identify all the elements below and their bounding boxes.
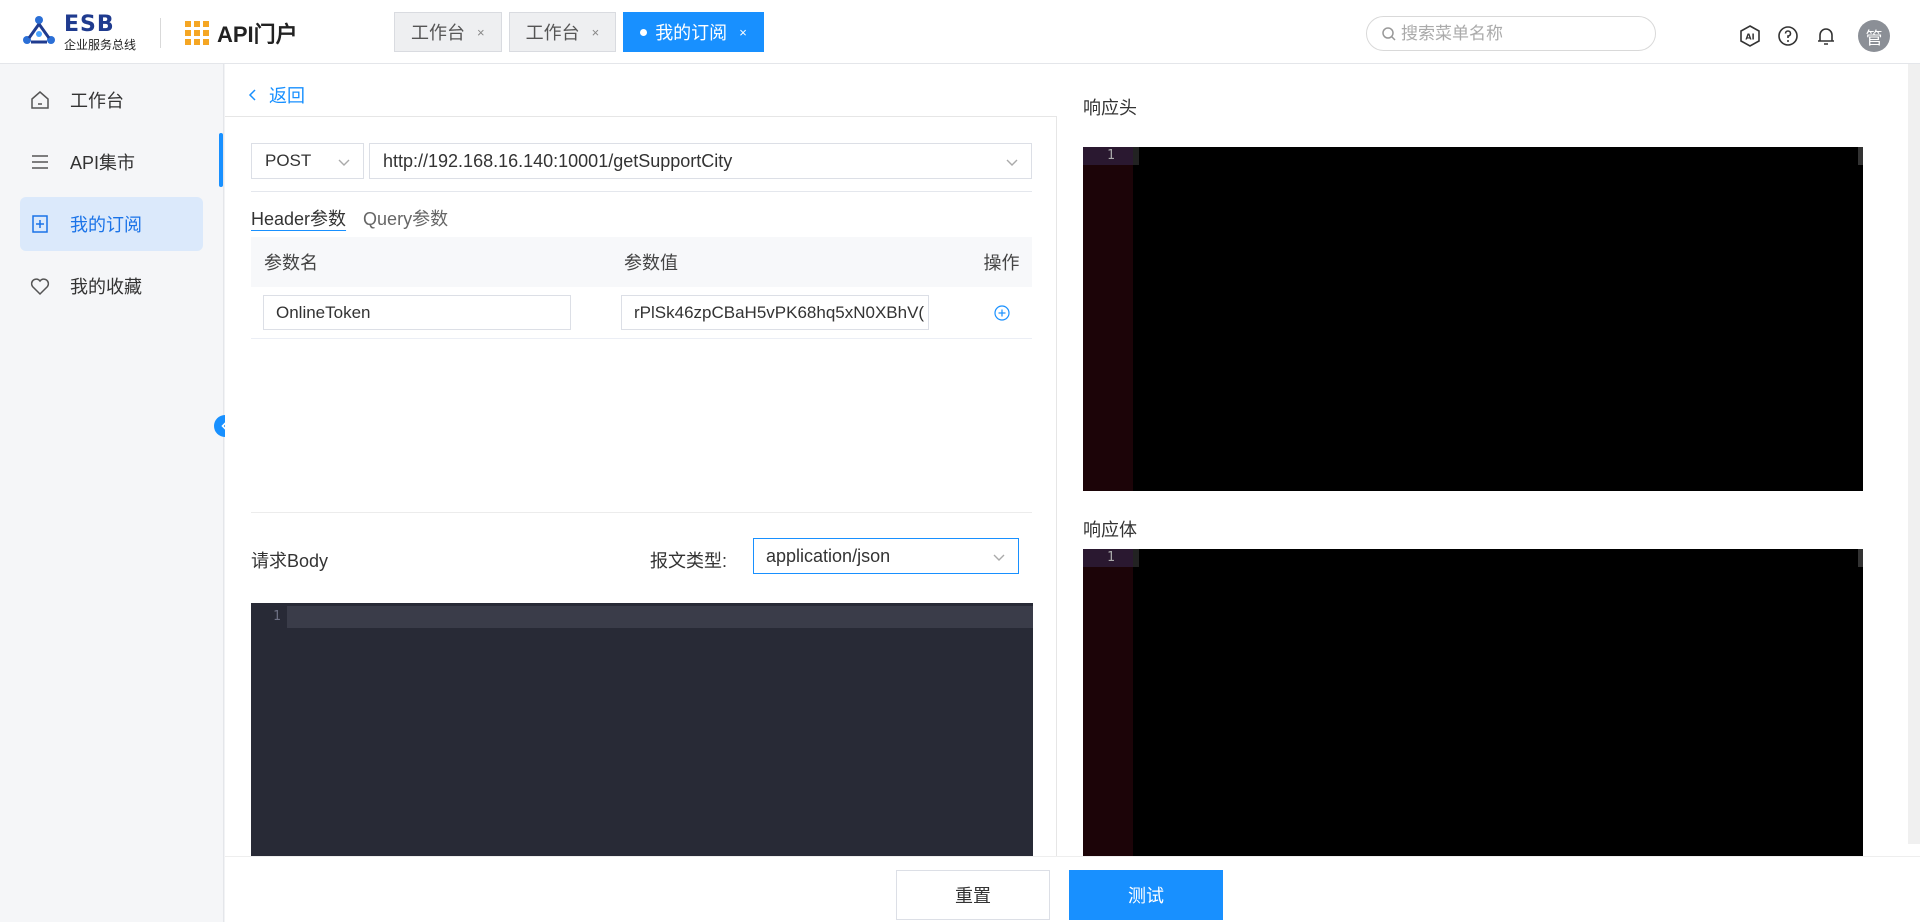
- search-icon: [1382, 26, 1396, 41]
- active-dot-icon: [640, 28, 648, 36]
- sidebar-item-label: 我的订阅: [70, 215, 142, 235]
- table-row: OnlineToken rPlSk46zpCBaH5vPK68hq5xN0XBh…: [251, 287, 1032, 339]
- request-panel: POST http://192.168.16.140:10001/getSupp…: [225, 116, 1057, 857]
- param-value-input[interactable]: rPlSk46zpCBaH5vPK68hq5xN0XBhV(: [621, 295, 929, 330]
- response-body-label: 响应体: [1083, 520, 1137, 540]
- tab-label: 工作台: [525, 23, 580, 43]
- sidebar-item-label: 工作台: [70, 91, 124, 111]
- close-icon[interactable]: ×: [477, 25, 485, 40]
- message-type-label: 报文类型:: [650, 551, 728, 571]
- divider: [251, 512, 1032, 513]
- subscribe-icon: [32, 215, 48, 233]
- sidebar-item-label: API集市: [70, 153, 136, 173]
- params-table: 参数名 参数值 操作 OnlineToken rPlSk46zpCBaH5vPK…: [251, 237, 1032, 339]
- response-header-label: 响应头: [1083, 98, 1137, 118]
- chevron-down-icon: [338, 159, 350, 166]
- editor-active-line: [287, 606, 1033, 628]
- column-header-name: 参数名: [264, 253, 318, 273]
- bell-icon[interactable]: [1814, 24, 1838, 48]
- header-divider: [160, 18, 161, 48]
- message-type-value: application/json: [766, 545, 891, 566]
- heart-icon: [30, 278, 50, 296]
- help-icon[interactable]: [1776, 24, 1800, 48]
- main-content: 返回 POST http://192.168.16.140:10001/getS…: [225, 64, 1920, 922]
- tab-my-subscriptions[interactable]: 我的订阅 ×: [623, 12, 764, 52]
- chevron-down-icon: [1006, 159, 1018, 166]
- chevron-down-icon: [993, 554, 1005, 561]
- line-number: 1: [1107, 550, 1115, 565]
- search-input[interactable]: [1401, 23, 1641, 44]
- sidebar-active-indicator: [219, 133, 223, 187]
- editor-gutter: [1083, 549, 1133, 856]
- message-type-select[interactable]: application/json: [753, 538, 1019, 574]
- editor-cursor: [1133, 147, 1139, 165]
- portal-title: API门户: [217, 22, 298, 47]
- editor-gutter: [1083, 147, 1133, 491]
- sidebar-item-label: 我的收藏: [70, 277, 142, 297]
- esb-logo[interactable]: ESB 企业服务总线: [20, 10, 145, 54]
- url-select[interactable]: http://192.168.16.140:10001/getSupportCi…: [369, 143, 1032, 179]
- page-tabs: 工作台 × 工作台 × 我的订阅 ×: [394, 12, 764, 52]
- action-footer: 重置 测试: [225, 856, 1920, 922]
- menu-search[interactable]: [1366, 16, 1656, 51]
- menu-icon: [32, 155, 48, 169]
- back-link[interactable]: 返回: [247, 82, 305, 108]
- tab-header-params[interactable]: Header参数: [251, 205, 346, 231]
- tab-query-params[interactable]: Query参数: [363, 205, 448, 231]
- back-label: 返回: [269, 86, 305, 106]
- tab-workbench-2[interactable]: 工作台 ×: [508, 12, 617, 52]
- home-icon: [31, 91, 49, 109]
- top-bar: ESB 企业服务总线 API门户 工作台 × 工作台 × 我的订阅 × 搜索菜单…: [0, 0, 1920, 64]
- sidebar: 工作台 API集市 我的订阅 我的收藏: [0, 64, 224, 922]
- response-body-editor[interactable]: 1: [1083, 549, 1863, 856]
- page-scrollbar[interactable]: [1908, 64, 1920, 844]
- logo-title: ESB: [64, 12, 115, 37]
- response-header-editor[interactable]: 1: [1083, 147, 1863, 491]
- portal-brand: API门户: [185, 20, 298, 47]
- close-icon[interactable]: ×: [739, 25, 747, 40]
- request-body-label: 请求Body: [251, 551, 329, 571]
- method-select[interactable]: POST: [251, 143, 364, 179]
- method-value: POST: [265, 151, 312, 170]
- table-header: 参数名 参数值 操作: [251, 237, 1032, 287]
- sidebar-item-api-market[interactable]: API集市: [20, 135, 203, 189]
- svg-text:AI: AI: [1745, 33, 1754, 42]
- column-header-action: 操作: [983, 253, 1020, 273]
- column-header-value: 参数值: [624, 253, 678, 273]
- tab-label: 我的订阅: [655, 23, 728, 43]
- close-icon[interactable]: ×: [592, 25, 600, 40]
- line-number: 1: [1107, 148, 1115, 163]
- divider: [251, 191, 1032, 192]
- avatar[interactable]: 管: [1858, 20, 1890, 52]
- editor-cursor: [1133, 549, 1139, 567]
- add-row-icon[interactable]: [993, 304, 1011, 322]
- top-icons: AI 管: [1738, 20, 1890, 52]
- esb-logo-icon: [23, 16, 55, 44]
- tab-label: 工作台: [411, 23, 465, 43]
- tab-workbench-1[interactable]: 工作台 ×: [394, 12, 502, 52]
- chevron-left-icon: [248, 89, 256, 101]
- param-name-input[interactable]: OnlineToken: [263, 295, 571, 330]
- scrollbar[interactable]: [1858, 147, 1863, 165]
- request-body-editor[interactable]: 1: [251, 603, 1033, 857]
- editor-gutter: [251, 603, 287, 857]
- url-value: http://192.168.16.140:10001/getSupportCi…: [383, 150, 733, 171]
- line-number: 1: [273, 609, 281, 624]
- ai-icon[interactable]: AI: [1738, 24, 1762, 48]
- sidebar-item-my-subscriptions[interactable]: 我的订阅: [20, 197, 203, 251]
- scrollbar[interactable]: [1858, 549, 1863, 567]
- apps-grid-icon: [185, 21, 209, 45]
- sidebar-item-my-favorites[interactable]: 我的收藏: [20, 259, 203, 313]
- logo-subtitle: 企业服务总线: [64, 38, 137, 52]
- reset-button[interactable]: 重置: [896, 870, 1050, 920]
- test-button[interactable]: 测试: [1069, 870, 1223, 920]
- sidebar-item-workbench[interactable]: 工作台: [20, 73, 203, 127]
- param-tabs: Header参数 Query参数: [251, 205, 448, 231]
